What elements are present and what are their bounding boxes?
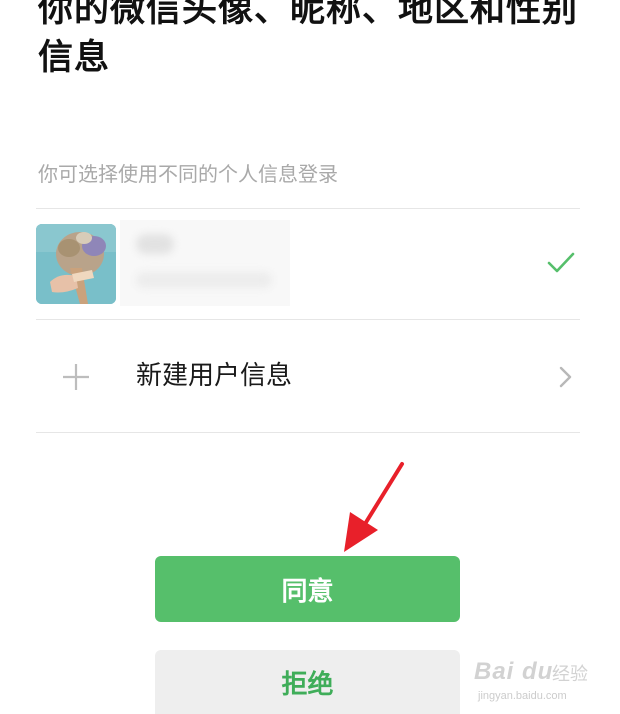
blurred-profile-info [120, 220, 290, 306]
new-profile-label: 新建用户信息 [136, 361, 293, 391]
watermark-logo: Bai du [474, 658, 554, 685]
avatar-photo-icon [36, 224, 116, 304]
page-title: 你的微信头像、昵称、地区和性别信息 [38, 0, 579, 78]
watermark-product: 经验 [552, 664, 588, 685]
chevron-right-icon [559, 366, 572, 388]
plus-icon [63, 364, 89, 390]
divider [36, 432, 580, 433]
divider [36, 208, 580, 209]
login-hint: 你可选择使用不同的个人信息登录 [38, 162, 338, 186]
agree-button[interactable]: 同意 [155, 556, 460, 622]
watermark-url: jingyan.baidu.com [478, 690, 567, 702]
reject-button[interactable]: 拒绝 [155, 650, 460, 714]
selected-profile-row[interactable] [36, 210, 580, 318]
new-profile-row[interactable]: 新建用户信息 [36, 320, 580, 432]
red-arrow-icon [344, 462, 404, 552]
checkmark-icon [547, 252, 575, 273]
baidu-jingyan-watermark: Bai du 经验 jingyan.baidu.com [474, 648, 594, 708]
